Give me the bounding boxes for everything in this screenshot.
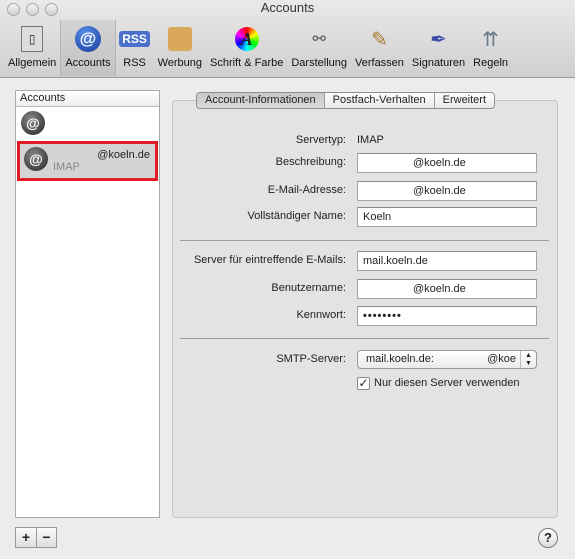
divider bbox=[180, 240, 549, 241]
account-name: @koeln.de bbox=[97, 149, 150, 161]
smtp-value: mail.koeln.de: bbox=[366, 353, 434, 365]
description-input[interactable]: @koeln.de bbox=[357, 153, 537, 173]
help-button[interactable]: ? bbox=[538, 528, 558, 548]
accounts-list: Accounts @ @ @koeln.de IMAP bbox=[15, 90, 160, 518]
description-label: Beschreibung: bbox=[275, 156, 346, 168]
email-input[interactable]: @koeln.de bbox=[357, 181, 537, 201]
toolbar-rss[interactable]: RSS RSS bbox=[116, 20, 154, 76]
account-at-icon: @ bbox=[21, 111, 45, 135]
glasses-icon: ⚯ bbox=[312, 31, 326, 48]
username-label: Benutzername: bbox=[271, 282, 346, 294]
font-color-icon: A bbox=[232, 24, 262, 54]
compose-icon: ✎ bbox=[371, 28, 388, 51]
rules-icon: ⇈ bbox=[482, 28, 499, 51]
rss-icon: RSS bbox=[119, 24, 150, 54]
toolbar: ▯ Allgemein @ Accounts RSS RSS Werbung A Sch… bbox=[4, 20, 512, 76]
toolbar-signaturen[interactable]: ✒ Signaturen bbox=[408, 20, 469, 76]
servertype-value: IMAP bbox=[357, 134, 384, 146]
password-label: Kennwort: bbox=[296, 309, 346, 321]
tab-postfach-verhalten[interactable]: Postfach-Verhalten bbox=[323, 93, 434, 108]
username-input[interactable]: @koeln.de bbox=[357, 279, 537, 299]
only-server-checkbox[interactable]: ✓ bbox=[357, 377, 370, 390]
fullname-label: Vollständiger Name: bbox=[247, 210, 346, 222]
account-buttons: + − bbox=[15, 527, 57, 548]
toolbar-accounts[interactable]: @ Accounts bbox=[60, 20, 116, 76]
incoming-server-input[interactable]: mail.koeln.de bbox=[357, 251, 537, 271]
toolbar-werbung[interactable]: Werbung bbox=[154, 20, 206, 76]
tab-erweitert[interactable]: Erweitert bbox=[433, 93, 494, 108]
tab-bar: Account-Informationen Postfach-Verhalten… bbox=[196, 92, 496, 109]
toolbar-schrift-farbe[interactable]: A Schrift & Farbe bbox=[206, 20, 287, 76]
stepper-arrows-icon: ▲ ▼ bbox=[520, 351, 536, 368]
email-label: E-Mail-Adresse: bbox=[267, 184, 346, 196]
only-server-label: Nur diesen Server verwenden bbox=[374, 377, 520, 389]
account-item-selected[interactable]: @ @koeln.de IMAP bbox=[17, 141, 158, 181]
toolbar-regeln[interactable]: ⇈ Regeln bbox=[469, 20, 512, 76]
switch-icon: ▯ bbox=[17, 24, 47, 54]
add-account-button[interactable]: + bbox=[16, 528, 36, 547]
smtp-label: SMTP-Server: bbox=[276, 353, 346, 365]
servertype-label: Servertyp: bbox=[295, 134, 346, 146]
account-item[interactable]: @ bbox=[16, 107, 159, 143]
pen-icon: ✒ bbox=[430, 28, 447, 51]
tab-account-informationen[interactable]: Account-Informationen bbox=[197, 93, 324, 108]
smtp-server-popup[interactable]: mail.koeln.de: @koe ▲ ▼ bbox=[357, 350, 537, 369]
title-bar: Accounts ▯ Allgemein @ Accounts RSS RSS Wer… bbox=[0, 0, 575, 78]
toolbar-darstellung[interactable]: ⚯ Darstellung bbox=[287, 20, 351, 76]
accounts-list-header: Accounts bbox=[16, 91, 159, 107]
divider bbox=[180, 338, 549, 339]
junk-mail-icon bbox=[165, 24, 195, 54]
window-title: Accounts bbox=[260, 0, 315, 15]
at-icon: @ bbox=[73, 24, 103, 54]
account-at-icon: @ bbox=[24, 147, 48, 171]
smtp-value-account: @koe bbox=[487, 353, 516, 365]
fullname-input[interactable]: Koeln bbox=[357, 207, 537, 227]
remove-account-button[interactable]: − bbox=[36, 528, 56, 547]
incoming-server-label: Server für eintreffende E-Mails: bbox=[193, 254, 346, 266]
password-input[interactable]: •••••••• bbox=[357, 306, 537, 326]
toolbar-verfassen[interactable]: ✎ Verfassen bbox=[351, 20, 408, 76]
account-type: IMAP bbox=[53, 161, 80, 173]
toolbar-allgemein[interactable]: ▯ Allgemein bbox=[4, 20, 60, 76]
